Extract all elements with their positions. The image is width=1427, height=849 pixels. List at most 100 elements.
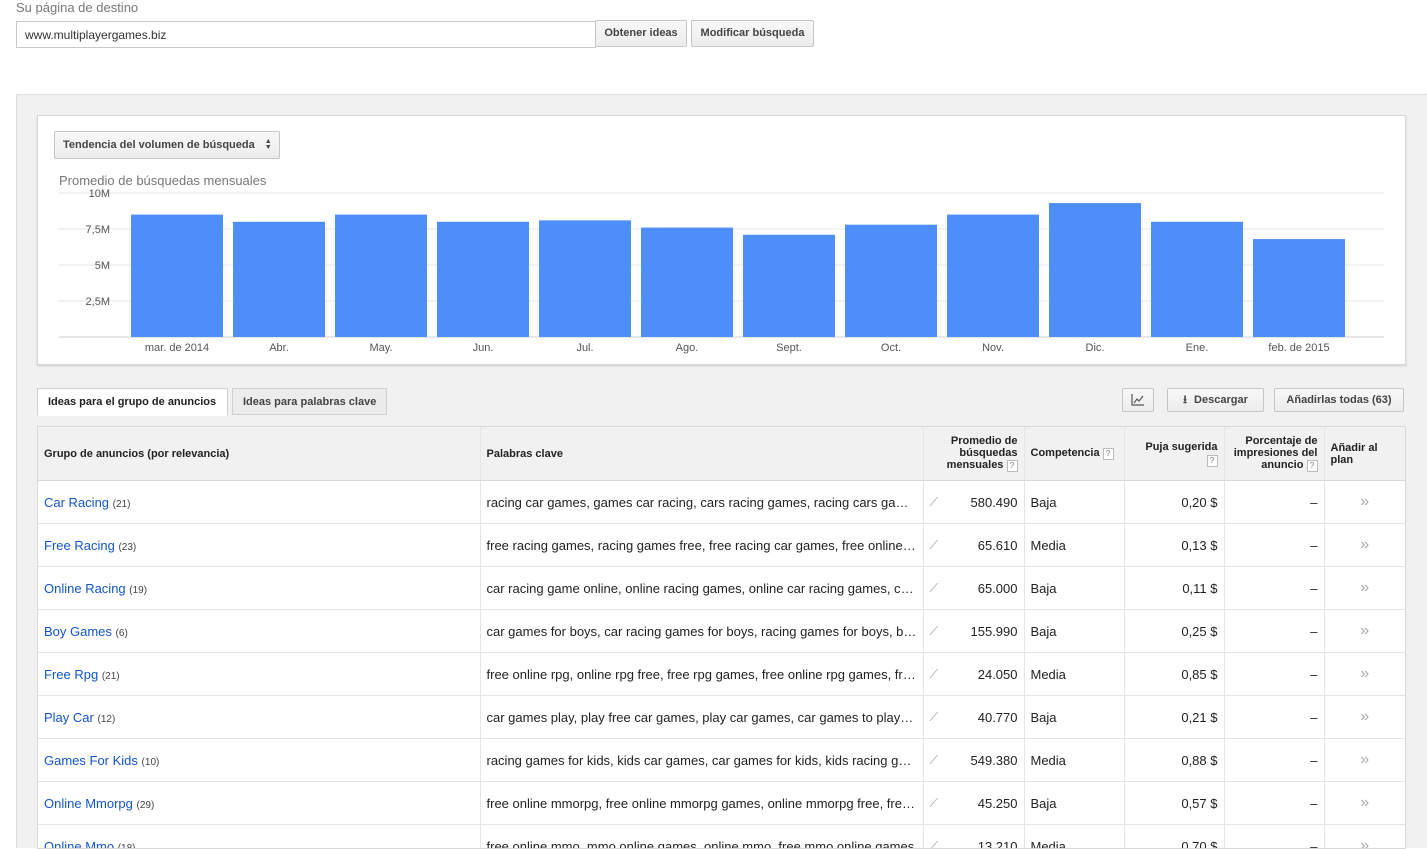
header-bid[interactable]: Puja sugerida? <box>1124 427 1224 481</box>
group-link[interactable]: Online Mmo <box>44 839 114 849</box>
add-to-plan-icon[interactable]: » <box>1360 622 1369 639</box>
group-count: (21) <box>102 671 120 682</box>
group-cell: Online Racing (19) <box>38 567 480 610</box>
chart-toggle-button[interactable] <box>1122 388 1154 412</box>
get-ideas-button[interactable]: Obtener ideas <box>595 20 687 47</box>
trend-chart-icon[interactable]: ⟋ <box>930 495 938 510</box>
trend-chart-icon[interactable]: ⟋ <box>930 581 938 596</box>
help-icon[interactable]: ? <box>1307 460 1318 472</box>
searches-cell: ⟋13.210 <box>923 825 1024 849</box>
add-to-plan-icon[interactable]: » <box>1360 708 1369 725</box>
group-link[interactable]: Boy Games <box>44 624 112 639</box>
add-to-plan-icon[interactable]: » <box>1360 579 1369 596</box>
impressions-cell: – <box>1224 825 1324 849</box>
impressions-cell: – <box>1224 610 1324 653</box>
chart-bar[interactable] <box>641 228 733 337</box>
add-to-plan-icon[interactable]: » <box>1360 493 1369 510</box>
bid-cell: 0,57 $ <box>1124 782 1224 825</box>
add-cell: » <box>1324 653 1405 696</box>
add-to-plan-icon[interactable]: » <box>1360 665 1369 682</box>
group-link[interactable]: Car Racing <box>44 495 109 510</box>
chart-bar[interactable] <box>233 222 325 337</box>
download-icon: ⭳ <box>1183 394 1187 406</box>
trend-chart-icon[interactable]: ⟋ <box>930 796 938 811</box>
chart-bar[interactable] <box>335 215 427 337</box>
keywords-text: free online mmo, mmo online games, onlin… <box>487 839 915 849</box>
chart-bar[interactable] <box>845 225 937 337</box>
bid-value: 0,21 $ <box>1181 710 1217 725</box>
group-link[interactable]: Games For Kids <box>44 753 138 768</box>
trend-chart-icon[interactable]: ⟋ <box>930 667 938 682</box>
download-button[interactable]: ⭳ Descargar <box>1167 388 1264 412</box>
landing-url-input[interactable] <box>16 21 596 48</box>
group-link[interactable]: Online Racing <box>44 581 126 596</box>
keywords-text: free online mmorpg, free online mmorpg g… <box>487 796 924 811</box>
help-icon[interactable]: ? <box>1103 448 1114 460</box>
trend-chart-icon[interactable]: ⟋ <box>930 538 938 553</box>
chart-icon <box>1131 394 1145 406</box>
bid-cell: 0,88 $ <box>1124 739 1224 782</box>
add-cell: » <box>1324 481 1405 524</box>
keywords-text: car racing game online, online racing ga… <box>487 581 924 596</box>
group-link[interactable]: Free Rpg <box>44 667 98 682</box>
group-link[interactable]: Free Racing <box>44 538 115 553</box>
impressions-value: – <box>1310 538 1317 553</box>
group-count: (18) <box>118 843 136 849</box>
chart-bar[interactable] <box>131 215 223 337</box>
searches-cell: ⟋580.490 <box>923 481 1024 524</box>
tab-keyword-ideas[interactable]: Ideas para palabras clave <box>232 388 387 415</box>
chart-bar[interactable] <box>743 235 835 337</box>
competition-cell: Media <box>1024 653 1124 696</box>
x-tick-label: Oct. <box>881 342 901 354</box>
chart-bar[interactable] <box>947 215 1039 337</box>
keywords-cell: racing games for kids, kids car games, c… <box>480 739 923 782</box>
x-tick-label: feb. de 2015 <box>1268 342 1329 354</box>
bid-value: 0,70 $ <box>1181 839 1217 849</box>
group-count: (29) <box>137 800 155 811</box>
x-tick-label: mar. de 2014 <box>145 342 209 354</box>
modify-search-button[interactable]: Modificar búsqueda <box>691 20 814 47</box>
x-tick-label: Jun. <box>473 342 494 354</box>
group-cell: Free Rpg (21) <box>38 653 480 696</box>
keywords-text: car games for boys, car racing games for… <box>487 624 924 639</box>
competition-cell: Baja <box>1024 782 1124 825</box>
table-row: Play Car (12)car games play, play free c… <box>38 696 1405 739</box>
impressions-value: – <box>1310 667 1317 682</box>
searches-cell: ⟋65.000 <box>923 567 1024 610</box>
header-competition[interactable]: Competencia ? <box>1024 427 1124 481</box>
chart-bar[interactable] <box>1049 203 1141 337</box>
table-header-row: Grupo de anuncios (por relevancia) Palab… <box>38 427 1405 481</box>
bid-value: 0,85 $ <box>1181 667 1217 682</box>
competition-cell: Media <box>1024 524 1124 567</box>
chart-bar[interactable] <box>539 220 631 337</box>
competition-cell: Media <box>1024 739 1124 782</box>
tab-ad-group-ideas[interactable]: Ideas para el grupo de anuncios <box>37 388 228 416</box>
header-impressions[interactable]: Porcentaje de impresiones del anuncio ? <box>1224 427 1324 481</box>
add-to-plan-icon[interactable]: » <box>1360 536 1369 553</box>
add-to-plan-icon[interactable]: » <box>1360 794 1369 811</box>
impressions-cell: – <box>1224 567 1324 610</box>
chart-bar[interactable] <box>1253 239 1345 337</box>
trend-chart-icon[interactable]: ⟋ <box>930 624 938 639</box>
group-link[interactable]: Online Mmorpg <box>44 796 133 811</box>
bid-value: 0,11 $ <box>1182 581 1217 596</box>
add-all-button[interactable]: Añadirlas todas (63) <box>1274 388 1404 412</box>
chart-bar[interactable] <box>1151 222 1243 337</box>
group-link[interactable]: Play Car <box>44 710 94 725</box>
chart-bar[interactable] <box>437 222 529 337</box>
help-icon[interactable]: ? <box>1007 460 1018 472</box>
keywords-cell: car games play, play free car games, pla… <box>480 696 923 739</box>
trend-chart-icon[interactable]: ⟋ <box>930 710 938 725</box>
help-icon[interactable]: ? <box>1207 455 1218 467</box>
group-count: (23) <box>118 542 136 553</box>
add-to-plan-icon[interactable]: » <box>1360 751 1369 768</box>
trend-chart-icon[interactable]: ⟋ <box>930 839 938 849</box>
chart-panel: Tendencia del volumen de búsqueda ▲▼ Pro… <box>37 115 1406 365</box>
searches-cell: ⟋549.380 <box>923 739 1024 782</box>
group-cell: Online Mmo (18) <box>38 825 480 849</box>
trend-chart-icon[interactable]: ⟋ <box>930 753 938 768</box>
download-label: Descargar <box>1194 394 1248 406</box>
header-group[interactable]: Grupo de anuncios (por relevancia) <box>38 427 480 481</box>
header-avg-searches[interactable]: Promedio de búsquedas mensuales ? <box>923 427 1024 481</box>
add-to-plan-icon[interactable]: » <box>1360 837 1369 849</box>
